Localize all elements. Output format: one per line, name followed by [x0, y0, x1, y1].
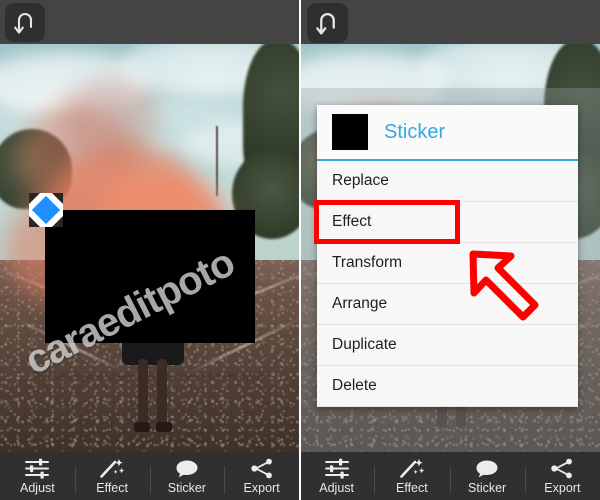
app-screenshot: caraeditpoto Adjust Effect Sticker Expor… [0, 0, 600, 500]
left-bottom-toolbar: Adjust Effect Sticker Export [0, 452, 299, 500]
toolbar-item-adjust[interactable]: Adjust [0, 457, 75, 495]
person-shoe [134, 422, 150, 432]
dialog-item-delete[interactable]: Delete [317, 366, 578, 407]
dialog-title: Sticker [384, 120, 446, 143]
toolbar-item-effect[interactable]: Effect [74, 457, 150, 495]
sliders-icon [24, 457, 50, 479]
speech-bubble-icon [174, 457, 200, 479]
dialog-item-replace[interactable]: Replace [317, 161, 578, 202]
toolbar-item-export[interactable]: Export [524, 457, 600, 495]
person-leg [157, 359, 167, 427]
undo-arrow-icon [315, 10, 340, 37]
sticker-options-dialog: Sticker Replace Effect Transform Arrange… [314, 105, 578, 407]
right-screen-panel: Sticker Replace Effect Transform Arrange… [299, 0, 600, 500]
undo-button[interactable] [307, 3, 348, 43]
toolbar-item-export[interactable]: Export [224, 457, 299, 495]
person-shoe [156, 422, 172, 432]
black-rectangle-sticker[interactable] [45, 210, 255, 343]
magic-wand-icon [99, 457, 125, 479]
dialog-item-transform[interactable]: Transform [317, 243, 578, 284]
dialog-item-label: Arrange [332, 295, 388, 312]
undo-arrow-icon [13, 10, 37, 36]
magic-wand-icon [399, 457, 425, 479]
toolbar-label-sticker: Sticker [167, 481, 206, 495]
toolbar-label-export: Export [243, 481, 280, 495]
toolbar-label-effect: Effect [96, 481, 128, 495]
toolbar-item-sticker[interactable]: Sticker [449, 457, 525, 495]
toolbar-label-effect: Effect [396, 481, 428, 495]
smoke-plume [60, 79, 160, 159]
toolbar-item-adjust[interactable]: Adjust [299, 457, 374, 495]
dialog-item-arrange[interactable]: Arrange [317, 284, 578, 325]
undo-button[interactable] [5, 3, 45, 42]
toolbar-label-export: Export [544, 481, 581, 495]
dialog-item-duplicate[interactable]: Duplicate [317, 325, 578, 366]
black-sticker-thumbnail [332, 114, 368, 150]
dialog-item-label: Replace [332, 172, 389, 189]
dialog-item-label: Effect [332, 213, 372, 230]
dialog-item-label: Delete [332, 377, 377, 394]
toolbar-item-effect[interactable]: Effect [374, 457, 449, 495]
panel-divider [299, 0, 301, 500]
share-icon [549, 457, 575, 479]
utility-pole [216, 126, 218, 196]
left-screen-panel: caraeditpoto Adjust Effect Sticker Expor… [0, 0, 299, 500]
person-leg [138, 359, 148, 427]
left-top-bar [0, 0, 299, 44]
toolbar-label-sticker: Sticker [468, 481, 507, 495]
rail-tie [35, 374, 265, 379]
dialog-header: Sticker [317, 105, 578, 159]
right-top-bar [299, 0, 600, 44]
sliders-icon [324, 457, 350, 479]
toolbar-item-sticker[interactable]: Sticker [149, 457, 225, 495]
right-bottom-toolbar: Adjust Effect Sticker Export [299, 452, 600, 500]
dialog-item-label: Duplicate [332, 336, 397, 353]
share-icon [249, 457, 275, 479]
dialog-item-effect[interactable]: Effect [314, 200, 578, 244]
toolbar-label-adjust: Adjust [20, 481, 55, 495]
dialog-item-label: Transform [332, 254, 403, 271]
toolbar-label-adjust: Adjust [319, 481, 354, 495]
sticker-resize-handle[interactable] [29, 193, 63, 227]
speech-bubble-icon [474, 457, 500, 479]
left-photo-canvas[interactable]: caraeditpoto [0, 44, 299, 452]
